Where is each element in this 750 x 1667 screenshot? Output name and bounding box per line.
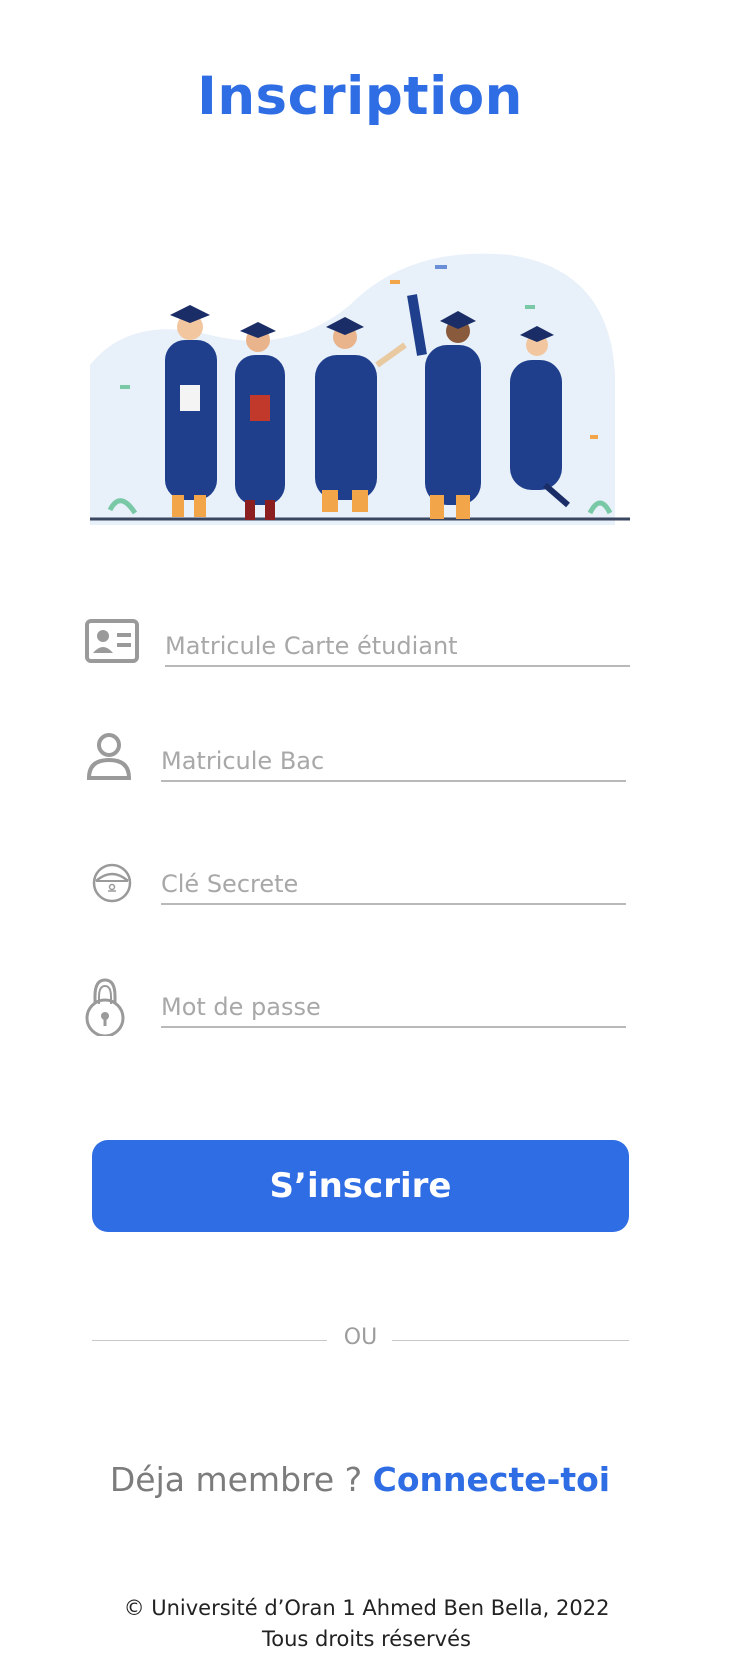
password-field-row xyxy=(85,976,630,1046)
password-input[interactable] xyxy=(161,988,626,1028)
graduates-illustration xyxy=(90,253,630,526)
or-divider: OU xyxy=(92,1325,629,1355)
person-icon xyxy=(86,733,132,780)
padlock-icon xyxy=(85,978,125,1036)
footer-rights: Tous droits réservés xyxy=(262,1627,471,1651)
login-question: Déja membre ? xyxy=(109,1460,363,1499)
footer-copyright: © Université d’Oran 1 Ahmed Ben Bella, 2… xyxy=(123,1596,610,1620)
page-title: Inscription xyxy=(197,66,523,127)
footer: © Université d’Oran 1 Ahmed Ben Bella, 2… xyxy=(0,1593,733,1655)
signup-page: Inscription Matricule Carte étudiant Mat… xyxy=(0,0,750,1667)
id-card-icon xyxy=(85,619,139,663)
or-label: OU xyxy=(343,1325,378,1350)
signup-button[interactable]: S’inscrire xyxy=(92,1140,629,1232)
login-link[interactable]: Connecte-toi xyxy=(373,1460,610,1499)
secret-key-field-row xyxy=(85,853,630,923)
student-card-input[interactable] xyxy=(165,627,630,667)
login-prompt: Déja membre ? Connecte-toi xyxy=(0,1460,720,1499)
bac-input[interactable] xyxy=(161,742,626,782)
secret-key-icon xyxy=(92,863,132,903)
student-card-field-row xyxy=(85,615,630,685)
secret-key-input[interactable] xyxy=(161,865,626,905)
bac-field-row xyxy=(85,730,630,800)
